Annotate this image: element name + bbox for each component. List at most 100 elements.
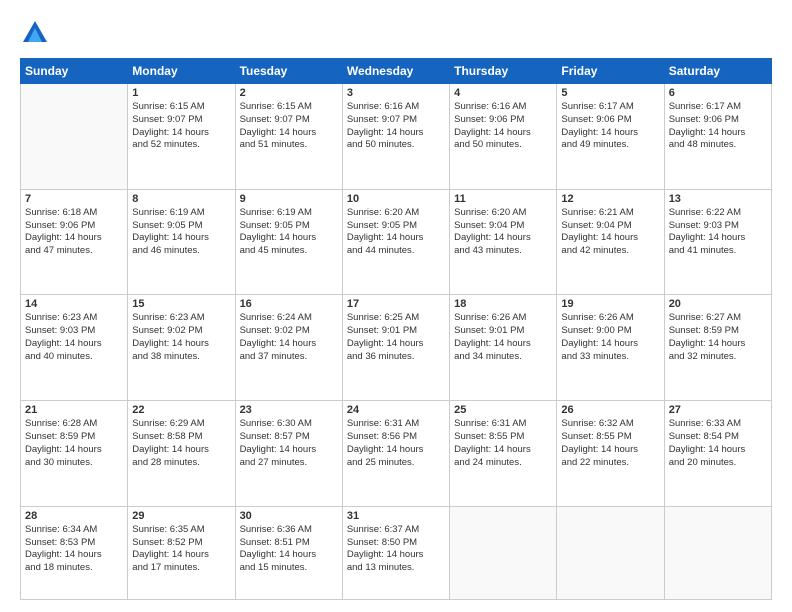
day-number: 26: [561, 404, 659, 416]
calendar-cell: 15Sunrise: 6:23 AMSunset: 9:02 PMDayligh…: [128, 295, 235, 401]
calendar-cell: 11 Sunrise: 6:20 AMSunset: 9:04 PMDayligh…: [450, 189, 557, 295]
calendar-cell: 9Sunrise: 6:19 AMSunset: 9:05 PMDaylight…: [235, 189, 342, 295]
cell-info-line: and 22 minutes.: [561, 457, 659, 470]
day-number: 9: [240, 193, 338, 205]
cell-info-line: Daylight: 14 hours: [240, 549, 338, 562]
cell-info-line: Daylight: 14 hours: [240, 232, 338, 245]
cell-info-line: Sunset: 9:03 PM: [25, 325, 123, 338]
cell-info-line: Daylight: 14 hours: [561, 127, 659, 140]
cell-info-line: Sunset: 9:04 PM: [454, 220, 552, 233]
day-number: 29: [132, 510, 230, 522]
day-number: 7: [25, 193, 123, 205]
cell-info-line: and 38 minutes.: [132, 351, 230, 364]
day-number: 27: [669, 404, 767, 416]
header: [20, 18, 772, 48]
cell-info-line: Sunset: 9:05 PM: [347, 220, 445, 233]
cell-info-line: and 40 minutes.: [25, 351, 123, 364]
cell-info-line: Sunset: 9:06 PM: [561, 114, 659, 127]
cell-info-line: Daylight: 14 hours: [25, 338, 123, 351]
day-number: 4: [454, 87, 552, 99]
calendar-cell: 19 Sunrise: 6:26 AMSunset: 9:00 PMDayligh…: [557, 295, 664, 401]
cell-info-line: Sunset: 9:01 PM: [454, 325, 552, 338]
calendar-cell: 20Sunrise: 6:27 AMSunset: 8:59 PMDayligh…: [664, 295, 771, 401]
cell-info-line: Sunrise: 6:36 AM: [240, 524, 338, 537]
cell-info-line: and 15 minutes.: [240, 562, 338, 575]
cell-info-line: and 43 minutes.: [454, 245, 552, 258]
calendar-cell: 8Sunrise: 6:19 AMSunset: 9:05 PMDaylight…: [128, 189, 235, 295]
calendar-cell: 18Sunrise: 6:26 AMSunset: 9:01 PMDayligh…: [450, 295, 557, 401]
day-number: 25: [454, 404, 552, 416]
calendar-cell: 12Sunrise: 6:21 AMSunset: 9:04 PMDayligh…: [557, 189, 664, 295]
cell-info-line: Daylight: 14 hours: [669, 232, 767, 245]
calendar-cell: 17Sunrise: 6:25 AMSunset: 9:01 PMDayligh…: [342, 295, 449, 401]
cell-info-line: Sunset: 8:53 PM: [25, 537, 123, 550]
cell-info-line: and 36 minutes.: [347, 351, 445, 364]
calendar-cell: 14Sunrise: 6:23 AMSunset: 9:03 PMDayligh…: [21, 295, 128, 401]
cell-info-line: Daylight: 14 hours: [347, 549, 445, 562]
cell-info-line: Sunrise: 6:30 AM: [240, 418, 338, 431]
cell-info-line: and 50 minutes.: [454, 139, 552, 152]
cell-info-line: Daylight: 14 hours: [454, 232, 552, 245]
calendar-cell: 29Sunrise: 6:35 AMSunset: 8:52 PMDayligh…: [128, 506, 235, 599]
cell-info-line: Sunrise: 6:21 AM: [561, 207, 659, 220]
cell-info-line: and 20 minutes.: [669, 457, 767, 470]
logo: [20, 18, 54, 48]
cell-info-line: Daylight: 14 hours: [132, 338, 230, 351]
cell-info-line: Daylight: 14 hours: [454, 444, 552, 457]
cell-info-line: Sunrise: 6:15 AM: [240, 101, 338, 114]
calendar-cell: 4Sunrise: 6:16 AMSunset: 9:06 PMDaylight…: [450, 84, 557, 190]
day-number: 17: [347, 298, 445, 310]
cell-info-line: Daylight: 14 hours: [561, 338, 659, 351]
cell-info-line: Sunrise: 6:29 AM: [132, 418, 230, 431]
cell-info-line: Daylight: 14 hours: [25, 232, 123, 245]
cell-info-line: Sunset: 9:06 PM: [454, 114, 552, 127]
day-number: 24: [347, 404, 445, 416]
cell-info-line: and 34 minutes.: [454, 351, 552, 364]
cell-info-line: and 41 minutes.: [669, 245, 767, 258]
cell-info-line: Sunset: 9:07 PM: [240, 114, 338, 127]
cell-info-line: Sunrise: 6:23 AM: [132, 312, 230, 325]
cell-info-line: Daylight: 14 hours: [454, 127, 552, 140]
cell-info-line: Sunset: 8:59 PM: [25, 431, 123, 444]
cell-info-line: Sunrise: 6:37 AM: [347, 524, 445, 537]
cell-info-line: and 47 minutes.: [25, 245, 123, 258]
cell-info-line: and 42 minutes.: [561, 245, 659, 258]
cell-info-line: Sunset: 9:02 PM: [240, 325, 338, 338]
day-number: 23: [240, 404, 338, 416]
cell-info-line: Daylight: 14 hours: [561, 232, 659, 245]
cell-info-line: Daylight: 14 hours: [669, 127, 767, 140]
cell-info-line: Sunrise: 6:35 AM: [132, 524, 230, 537]
cell-info-line: Sunset: 8:56 PM: [347, 431, 445, 444]
cell-info-line: Daylight: 14 hours: [454, 338, 552, 351]
calendar-cell: 10Sunrise: 6:20 AMSunset: 9:05 PMDayligh…: [342, 189, 449, 295]
day-number: 13: [669, 193, 767, 205]
calendar-cell: 3Sunrise: 6:16 AMSunset: 9:07 PMDaylight…: [342, 84, 449, 190]
calendar-cell: 27Sunrise: 6:33 AMSunset: 8:54 PMDayligh…: [664, 401, 771, 507]
day-number: 11: [454, 193, 552, 205]
calendar-cell: [450, 506, 557, 599]
cell-info-line: Sunset: 9:00 PM: [561, 325, 659, 338]
day-number: 5: [561, 87, 659, 99]
cell-info-line: Sunset: 9:05 PM: [132, 220, 230, 233]
day-number: 2: [240, 87, 338, 99]
cell-info-line: and 37 minutes.: [240, 351, 338, 364]
cell-info-line: Daylight: 14 hours: [240, 127, 338, 140]
calendar-cell: 6Sunrise: 6:17 AMSunset: 9:06 PMDaylight…: [664, 84, 771, 190]
cell-info-line: Sunrise: 6:16 AM: [347, 101, 445, 114]
calendar-cell: [557, 506, 664, 599]
cell-info-line: and 25 minutes.: [347, 457, 445, 470]
cell-info-line: Sunrise: 6:20 AM: [347, 207, 445, 220]
cell-info-line: and 51 minutes.: [240, 139, 338, 152]
cell-info-line: Sunset: 9:04 PM: [561, 220, 659, 233]
cell-info-line: Sunset: 8:54 PM: [669, 431, 767, 444]
calendar-header-row: SundayMondayTuesdayWednesdayThursdayFrid…: [21, 59, 772, 84]
cell-info-line: and 52 minutes.: [132, 139, 230, 152]
calendar-cell: 23Sunrise: 6:30 AMSunset: 8:57 PMDayligh…: [235, 401, 342, 507]
cell-info-line: Sunrise: 6:26 AM: [561, 312, 659, 325]
cell-info-line: Sunrise: 6:20 AM: [454, 207, 552, 220]
cell-info-line: and 49 minutes.: [561, 139, 659, 152]
cell-info-line: Daylight: 14 hours: [132, 232, 230, 245]
calendar-cell: 22Sunrise: 6:29 AMSunset: 8:58 PMDayligh…: [128, 401, 235, 507]
day-number: 19: [561, 298, 659, 310]
cell-info-line: Sunrise: 6:34 AM: [25, 524, 123, 537]
